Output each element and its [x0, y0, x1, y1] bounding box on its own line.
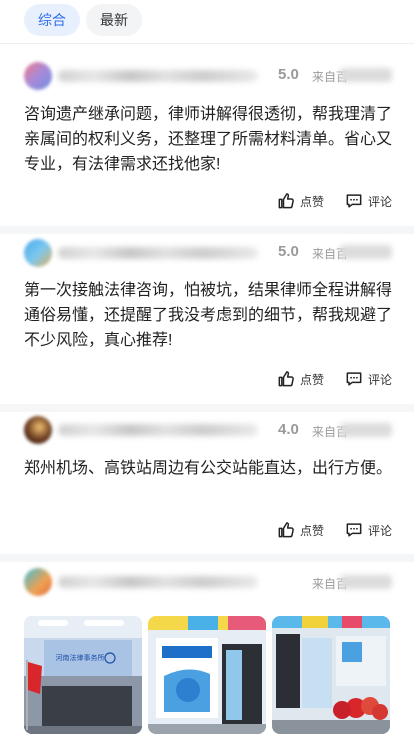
comment-label: 评论	[368, 523, 393, 538]
review-text: 郑州机场、高铁站周边有公交站能直达，出行方便。	[24, 460, 393, 477]
tab-latest[interactable]: 最新	[86, 4, 142, 36]
source-blurred	[340, 575, 392, 589]
avatar[interactable]	[24, 62, 52, 90]
thumbs-up-icon	[278, 193, 294, 209]
like-label: 点赞	[300, 523, 325, 538]
user-name-blurred	[58, 70, 258, 82]
avatar[interactable]	[24, 239, 52, 267]
rating-score: 4.0	[278, 421, 299, 438]
divider	[0, 226, 414, 234]
source-blurred	[340, 245, 392, 259]
comment-icon	[346, 372, 362, 386]
sort-tabs: 综合 最新	[0, 0, 414, 44]
source-blurred	[340, 423, 392, 437]
like-button[interactable]: 点赞	[276, 369, 324, 389]
photo-exhibition-wall	[148, 616, 266, 734]
comment-button[interactable]: 评论	[344, 191, 392, 211]
review-photo[interactable]	[272, 616, 390, 734]
review-text: 咨询遗产继承问题，律师讲解得很透彻，帮我理清了亲属间的权利义务，还整理了所需材料…	[24, 106, 393, 173]
user-name-blurred	[58, 576, 258, 588]
comment-icon	[346, 523, 362, 537]
review-photo[interactable]	[148, 616, 266, 734]
like-label: 点赞	[300, 372, 325, 387]
like-button[interactable]: 点赞	[276, 520, 324, 540]
avatar[interactable]	[24, 568, 52, 596]
divider	[0, 404, 414, 412]
tab-comprehensive[interactable]: 综合	[24, 4, 80, 36]
user-name-blurred	[58, 424, 258, 436]
source-blurred	[340, 68, 392, 82]
like-label: 点赞	[300, 194, 325, 209]
divider	[0, 554, 414, 562]
office-sign-text: 河南法律事务所	[56, 653, 105, 662]
review-text: 第一次接触法律咨询，怕被坑，结果律师全程讲解得通俗易懂，还提醒了我没考虑到的细节…	[24, 282, 393, 349]
rating-score: 5.0	[278, 243, 299, 260]
user-name-blurred	[58, 247, 258, 259]
comment-label: 评论	[368, 194, 393, 209]
comment-icon	[346, 194, 362, 208]
avatar[interactable]	[24, 416, 52, 444]
thumbs-up-icon	[278, 522, 294, 538]
rating-score: 5.0	[278, 66, 299, 83]
review-photo[interactable]: 河南法律事务所	[24, 616, 142, 734]
photo-corridor	[272, 616, 390, 734]
like-button[interactable]: 点赞	[276, 191, 324, 211]
photo-reception: 河南法律事务所	[24, 616, 142, 734]
comment-button[interactable]: 评论	[344, 369, 392, 389]
thumbs-up-icon	[278, 371, 294, 387]
comment-button[interactable]: 评论	[344, 520, 392, 540]
comment-label: 评论	[368, 372, 393, 387]
